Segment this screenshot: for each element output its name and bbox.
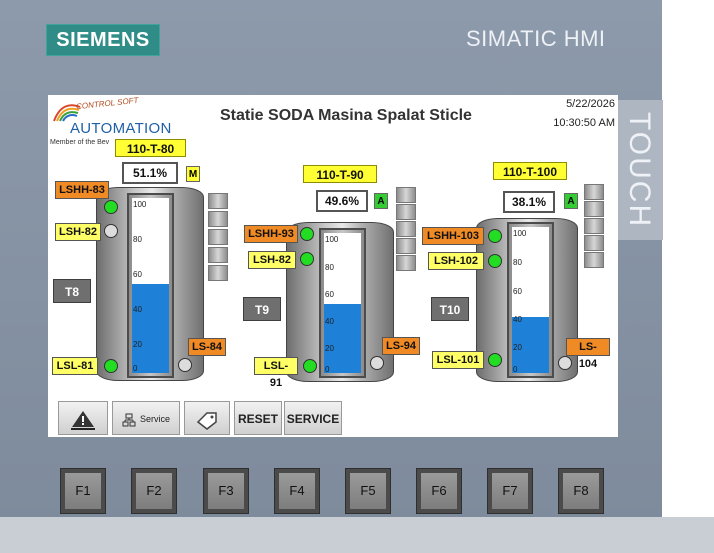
f2-key[interactable]: F2 (131, 468, 177, 514)
simatic-hmi-label: SIMATIC HMI (466, 26, 606, 51)
tag-button[interactable] (184, 401, 230, 435)
tank-t10-level-gauge: 100 80 60 40 20 0 (507, 222, 554, 378)
service-button[interactable]: SERVICE (284, 401, 342, 435)
scale-label: 20 (133, 340, 142, 349)
f7-label: F7 (492, 473, 528, 509)
scale-label: 80 (325, 263, 334, 272)
scale-label: 80 (133, 235, 142, 244)
f6-key[interactable]: F6 (416, 468, 462, 514)
f3-key[interactable]: F3 (203, 468, 249, 514)
scale-label: 40 (513, 315, 522, 324)
scale-label: 40 (325, 317, 334, 326)
tank-t10-switch-h: LSH-102 (428, 252, 484, 270)
f4-key[interactable]: F4 (274, 468, 320, 514)
tank-t9-lamp-ls (370, 356, 384, 370)
date-display: 5/22/2026 (566, 98, 615, 110)
scale-label: 100 (325, 235, 339, 244)
tank-t10-switch-hh: LSHH-103 (422, 227, 484, 245)
tank-t8-switch-low: LSL-81 (52, 357, 98, 375)
tank-t9-mode-indicator: A (374, 193, 388, 209)
f3-label: F3 (208, 473, 244, 509)
tank-t9-switch-hh: LSHH-93 (244, 225, 298, 243)
tank-t9-stack-light (396, 187, 416, 271)
scale-label: 20 (325, 344, 334, 353)
f4-label: F4 (279, 473, 315, 509)
tank-t9-lamp-h (300, 252, 314, 266)
scale-label: 80 (513, 258, 522, 267)
tank-t8-switch-ls: LS-84 (188, 338, 226, 356)
tank-t9-switch-low: LSL-91 (254, 357, 298, 389)
tank-t9-switch-ls: LS-94 (382, 337, 420, 355)
f8-key[interactable]: F8 (558, 468, 604, 514)
tank-t10-switch-ls: LS-104 (566, 338, 610, 370)
tank-t8-mode-indicator: M (186, 166, 200, 182)
scale-label: 20 (513, 343, 522, 352)
time-display: 10:30:50 AM (553, 117, 615, 129)
tank-t10-stack-light (584, 184, 604, 274)
bottom-margin (0, 517, 714, 553)
scale-label: 60 (133, 270, 142, 279)
scale-label: 0 (513, 365, 518, 374)
scale-label: 0 (133, 364, 138, 373)
tank-t8-lamp-hh (104, 200, 118, 214)
f7-key[interactable]: F7 (487, 468, 533, 514)
tank-t10-lamp-h (488, 254, 502, 268)
tank-t8-lamp-ls (178, 358, 192, 372)
tank-t10-button[interactable]: T10 (431, 297, 469, 321)
scale-label: 40 (133, 305, 142, 314)
f1-label: F1 (65, 473, 101, 509)
tank-t8-stack-light (208, 193, 228, 291)
tank-t8-switch-h: LSH-82 (55, 223, 101, 241)
f6-label: F6 (421, 473, 457, 509)
alarm-warning-icon (71, 410, 95, 430)
f1-key[interactable]: F1 (60, 468, 106, 514)
f5-label: F5 (350, 473, 386, 509)
scale-label: 100 (513, 229, 527, 238)
tank-t9-lamp-hh (300, 227, 314, 241)
tank-t9-button[interactable]: T9 (243, 297, 281, 321)
f8-label: F8 (563, 473, 599, 509)
service-screen-button[interactable]: Service (112, 401, 180, 435)
tank-t10-level-tag: 110-T-100 (493, 162, 567, 180)
tank-t10-level-value: 38.1% (503, 191, 555, 213)
logo-top-text: CONTROL SOFT (75, 95, 139, 112)
siemens-logo: SIEMENS (46, 24, 160, 56)
tank-t10-mode-indicator: A (564, 193, 578, 209)
tank-t9-switch-h: LSH-82 (248, 251, 296, 269)
tank-t8-level-value: 51.1% (122, 162, 178, 184)
screen-title: Statie SODA Masina Spalat Sticle (220, 107, 472, 124)
f2-label: F2 (136, 473, 172, 509)
scale-label: 0 (325, 365, 330, 374)
tank-t9-level-tag: 110-T-90 (303, 165, 377, 183)
f5-key[interactable]: F5 (345, 468, 391, 514)
scale-label: 60 (325, 290, 334, 299)
right-margin (662, 0, 714, 553)
logo-main-text: AUTOMATION (70, 120, 172, 137)
hmi-screen: CONTROL SOFT AUTOMATION Member of the Be… (48, 95, 618, 437)
logo-sub-text: Member of the Bev (50, 139, 110, 146)
service-screen-label: Service (139, 414, 170, 424)
tank-t9-lamp-low (303, 359, 317, 373)
tank-t10-lamp-low (488, 353, 502, 367)
touch-label: TOUCH (615, 100, 663, 240)
tank-t8-lamp-low (104, 359, 118, 373)
tank-t8-lamp-h (104, 224, 118, 238)
tag-icon (196, 412, 217, 430)
tank-t8-level-fill (132, 283, 169, 373)
tank-t10-lamp-ls (558, 356, 572, 370)
tank-t8-switch-hh: LSHH-83 (55, 181, 109, 199)
alarm-button[interactable] (58, 401, 108, 435)
reset-button[interactable]: RESET (234, 401, 282, 435)
tank-t8-level-tag: 110-T-80 (115, 139, 186, 157)
scale-label: 100 (133, 200, 147, 209)
tank-t8-button[interactable]: T8 (53, 279, 91, 303)
tank-t9-level-gauge: 100 80 60 40 20 0 (319, 228, 366, 378)
tank-t9-level-value: 49.6% (316, 190, 368, 212)
network-icon (122, 413, 136, 427)
tank-t10-lamp-hh (488, 229, 502, 243)
scale-label: 60 (513, 287, 522, 296)
tank-t8-level-gauge: 100 80 60 40 20 0 (127, 193, 174, 378)
tank-t9-level-fill (324, 303, 361, 373)
tank-t10-switch-low: LSL-101 (432, 351, 484, 369)
